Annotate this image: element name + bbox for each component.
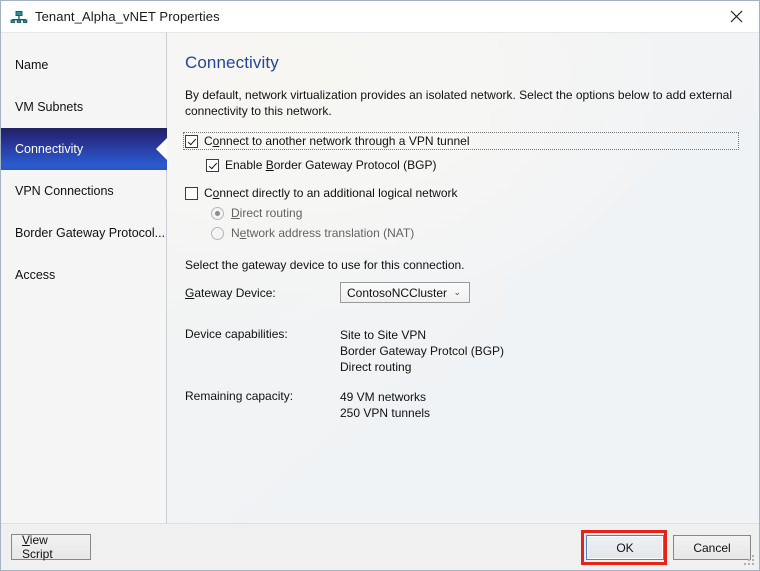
chevron-down-icon: ⌄ — [453, 287, 461, 297]
window-title: Tenant_Alpha_vNET Properties — [35, 9, 220, 24]
view-script-button[interactable]: View Script — [11, 533, 91, 561]
sidebar-item-label: Name — [15, 58, 49, 72]
sidebar-item-label: Connectivity — [15, 142, 84, 156]
info-key: Remaining capacity: — [185, 389, 294, 403]
gateway-device-dropdown[interactable]: ContosoNCCluster ⌄ — [340, 282, 470, 303]
info-value: Border Gateway Protcol (BGP) — [340, 344, 505, 358]
checkbox-logical-network[interactable]: Connect directly to an additional logica… — [185, 186, 741, 200]
info-value: Direct routing — [340, 360, 412, 374]
info-row-device-capabilities: Device capabilities: Site to Site VPN Bo… — [185, 327, 741, 375]
view-script-button-label: View Script — [22, 533, 53, 561]
checkbox-logical-network-box[interactable] — [185, 187, 198, 200]
cancel-button[interactable]: Cancel — [673, 535, 751, 560]
gateway-device-row: Gateway Device: ContosoNCCluster ⌄ — [185, 282, 741, 303]
device-info-block: Device capabilities: Site to Site VPN Bo… — [185, 327, 741, 421]
checkbox-vpn-tunnel-label: Connect to another network through a VPN… — [204, 134, 470, 148]
gateway-device-label: Gateway Device: — [185, 285, 276, 300]
sidebar-nav: Name VM Subnets Connectivity VPN Connect… — [1, 33, 167, 523]
checkbox-vpn-tunnel-box[interactable] — [185, 135, 198, 148]
sidebar-item-vm-subnets[interactable]: VM Subnets — [1, 86, 166, 128]
page-description: By default, network virtualization provi… — [185, 88, 732, 118]
vpn-tunnel-focus-rect: Connect to another network through a VPN… — [183, 132, 739, 150]
dialog-footer: View Script OK Cancel — [1, 523, 759, 570]
info-values: Site to Site VPN Border Gateway Protcol … — [340, 327, 504, 375]
cancel-button-label: Cancel — [693, 540, 731, 555]
gateway-description: Select the gateway device to use for thi… — [185, 258, 465, 272]
info-values: 49 VM networks 250 VPN tunnels — [340, 389, 430, 421]
radio-nat-dot[interactable] — [211, 226, 224, 240]
ok-button[interactable]: OK — [586, 535, 664, 560]
sidebar-item-label: Border Gateway Protocol... — [15, 226, 166, 240]
checkbox-logical-network-label: Connect directly to an additional logica… — [204, 186, 458, 200]
sidebar-item-access[interactable]: Access — [1, 254, 166, 296]
checkbox-enable-bgp-label: Enable Border Gateway Protocol (BGP) — [225, 158, 437, 172]
sidebar-item-label: VM Subnets — [15, 100, 84, 114]
resize-grip[interactable] — [744, 555, 756, 567]
radio-direct-routing-label: Direct routing — [231, 206, 303, 220]
sidebar-item-name[interactable]: Name — [1, 44, 166, 86]
dialog-body: Name VM Subnets Connectivity VPN Connect… — [1, 32, 759, 523]
sidebar-item-connectivity[interactable]: Connectivity — [1, 128, 167, 170]
ok-button-label: OK — [616, 540, 634, 555]
sidebar-item-vpn-connections[interactable]: VPN Connections — [1, 170, 166, 212]
sidebar-item-label: VPN Connections — [15, 184, 114, 198]
info-row-remaining-capacity: Remaining capacity: 49 VM networks 250 V… — [185, 389, 741, 421]
properties-dialog: Tenant_Alpha_vNET Properties Name VM Sub… — [0, 0, 760, 571]
info-value: 49 VM networks — [340, 390, 427, 404]
sidebar-item-label: Access — [15, 268, 56, 282]
close-button[interactable] — [713, 1, 759, 31]
radio-nat[interactable]: Network address translation (NAT) — [211, 226, 741, 240]
content-pane: Connectivity By default, network virtual… — [167, 33, 759, 523]
radio-direct-routing[interactable]: Direct routing — [211, 206, 741, 220]
info-key: Device capabilities: — [185, 327, 288, 341]
page-title: Connectivity — [185, 53, 279, 72]
title-bar: Tenant_Alpha_vNET Properties — [1, 1, 759, 32]
info-value: 250 VPN tunnels — [340, 406, 431, 420]
checkbox-vpn-tunnel[interactable]: Connect to another network through a VPN… — [185, 134, 736, 148]
close-icon — [730, 10, 742, 22]
gateway-device-selected-value: ContosoNCCluster — [347, 285, 448, 300]
info-value: Site to Site VPN — [340, 328, 427, 342]
checkbox-enable-bgp[interactable]: Enable Border Gateway Protocol (BGP) — [206, 158, 741, 172]
sidebar-item-border-gateway-protocol[interactable]: Border Gateway Protocol... — [1, 212, 166, 254]
network-vnet-icon — [10, 8, 28, 26]
checkbox-enable-bgp-box[interactable] — [206, 159, 219, 172]
radio-direct-routing-dot[interactable] — [211, 206, 224, 220]
radio-nat-label: Network address translation (NAT) — [231, 226, 415, 240]
